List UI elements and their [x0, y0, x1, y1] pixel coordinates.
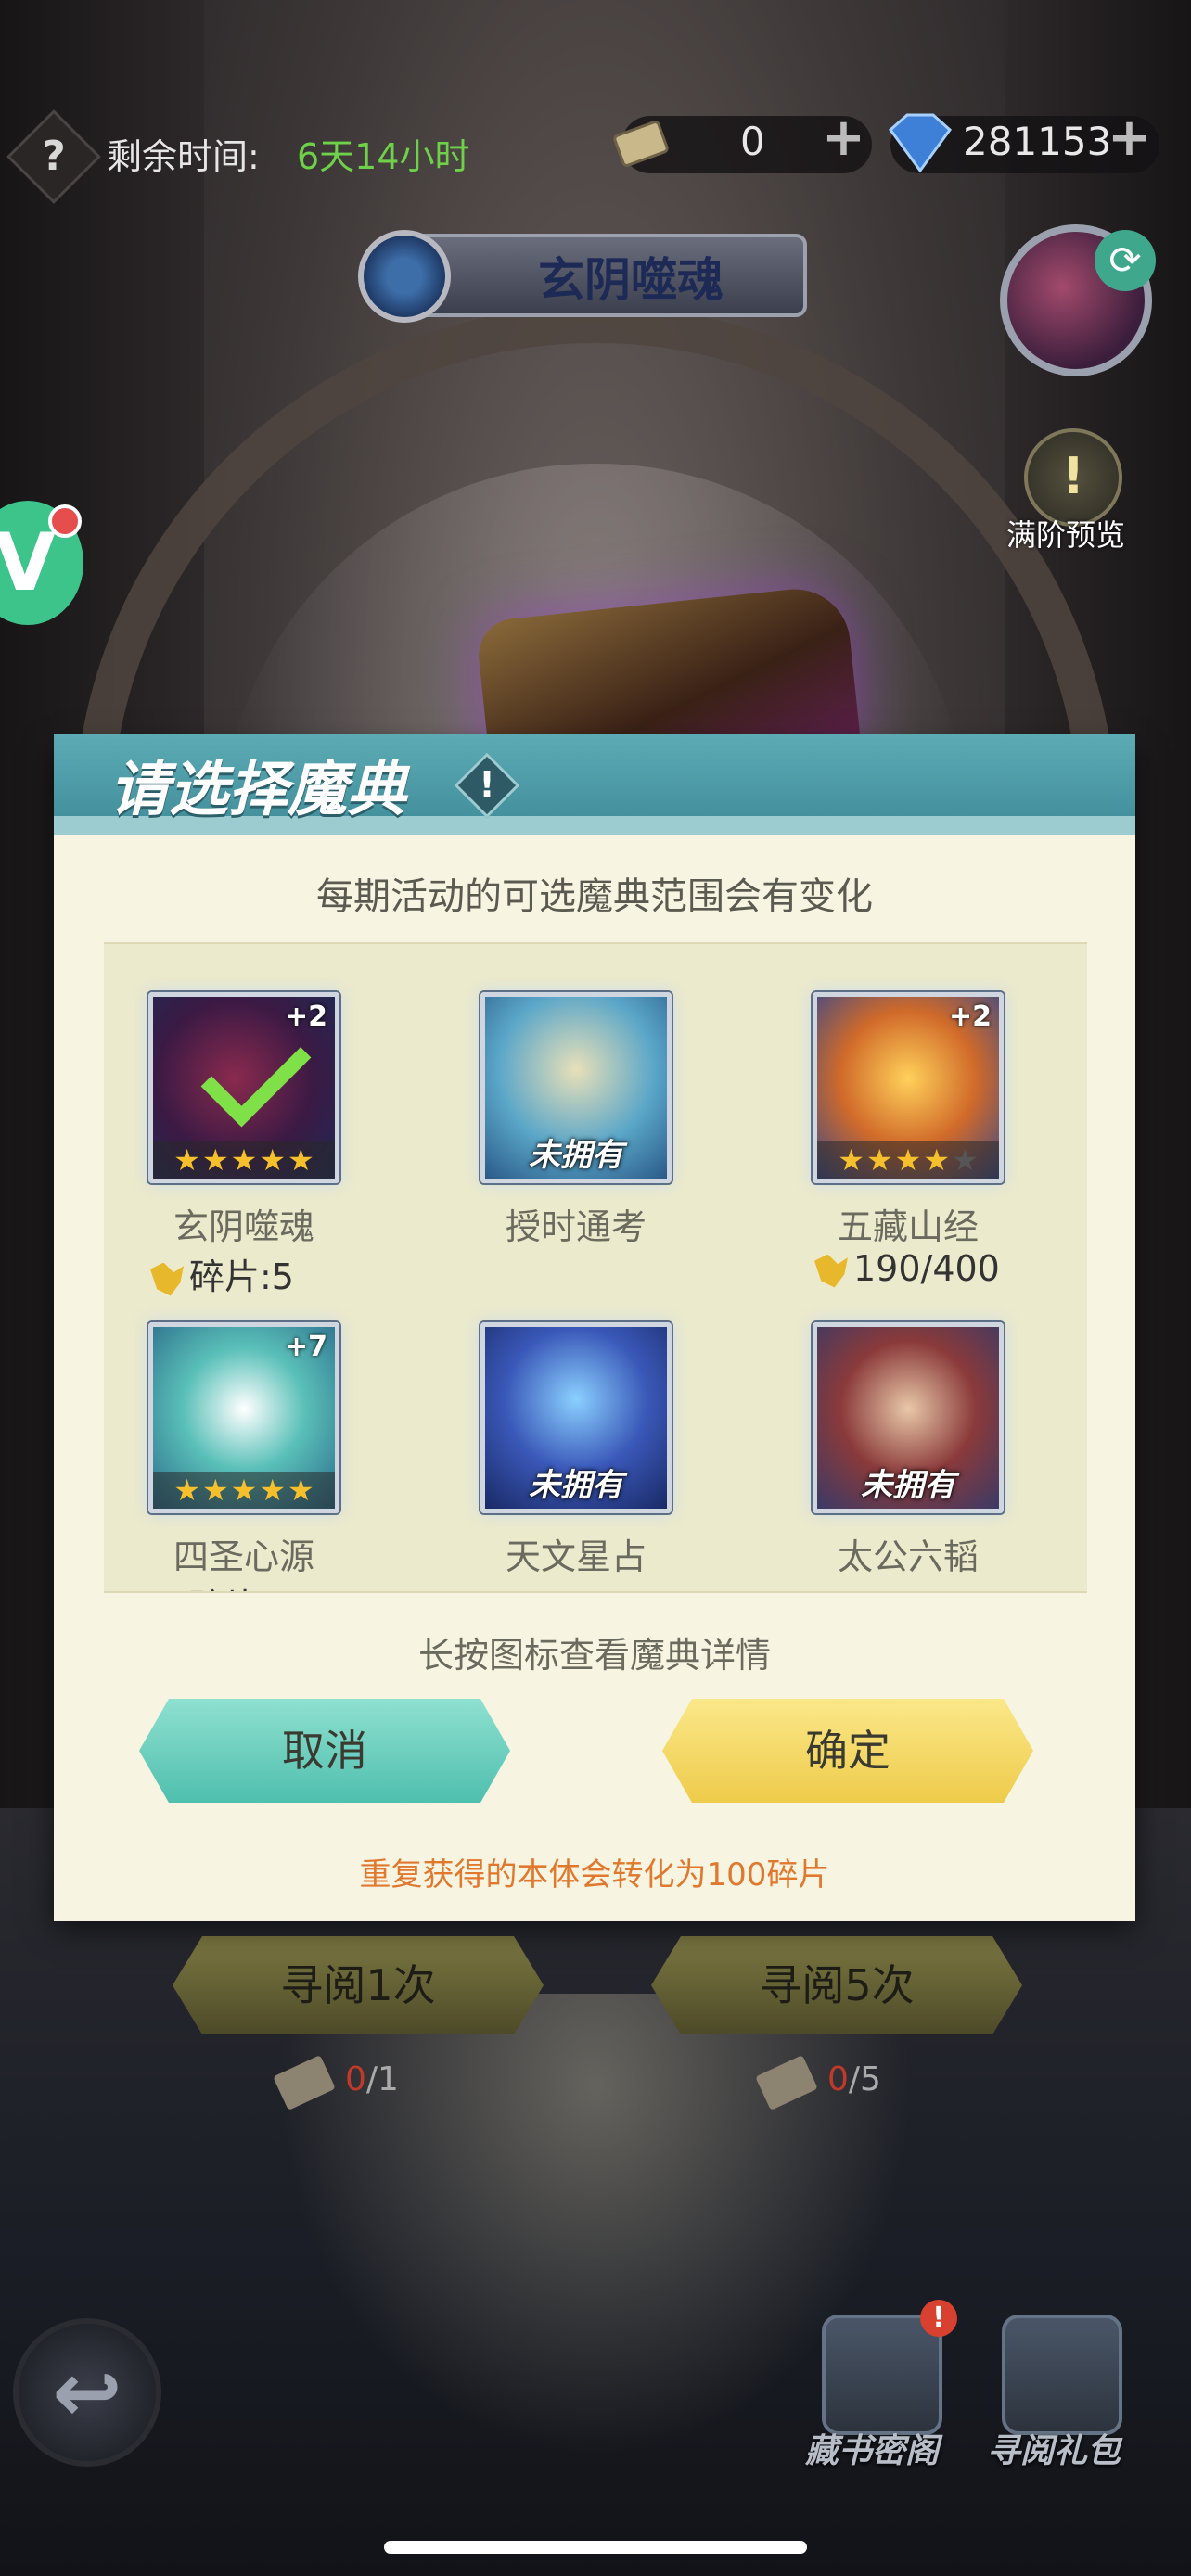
book-grid: +2 ★ ★ ★ ★ ★ 玄阴噬魂 碎片:5 未拥有 授时通考 +2 ★ ★ ★ ★ ★ 五藏山经 190/400… [104, 942, 1087, 1593]
diamond-icon [888, 113, 953, 173]
fragment-count: 碎片:5 [150, 1248, 294, 1299]
not-owned-label: 未拥有 [529, 1467, 623, 1504]
book-name: 授时通考 [505, 1206, 647, 1247]
max-preview-label: 满阶预览 [1006, 517, 1126, 553]
gift-box-icon[interactable] [1002, 2315, 1122, 2435]
library-label: 藏书密阁 [805, 2432, 940, 2470]
gift-pack-label: 寻阅礼包 [987, 2432, 1121, 2470]
ticket-count: 0 [740, 119, 765, 164]
star-icon: ★ [173, 1142, 200, 1178]
notification-dot [48, 504, 82, 538]
star-rating: ★ ★ ★ ★ ★ [153, 1141, 335, 1179]
star-icon: ★ [952, 1142, 979, 1178]
question-icon: ? [42, 133, 66, 180]
duplicate-notice: 重复获得的本体会转化为100碎片 [359, 1856, 830, 1894]
upgrade-level: +2 [948, 1001, 992, 1033]
star-icon: ★ [288, 1473, 314, 1508]
diamond-count: 281153 [963, 119, 1112, 164]
book-name: 五藏山经 [837, 1206, 979, 1247]
book-name: 玄阴噬魂 [173, 1206, 314, 1247]
fragment-count: 190/400 [814, 1248, 1000, 1289]
long-press-hint: 长按图标查看魔典详情 [417, 1635, 771, 1676]
not-owned-label: 未拥有 [861, 1467, 955, 1504]
upgrade-level: +7 [284, 1331, 327, 1363]
add-diamonds-button[interactable]: + [1108, 108, 1151, 168]
home-indicator[interactable] [384, 2541, 807, 2554]
star-icon: ★ [230, 1473, 258, 1508]
cancel-button[interactable]: 取消 [139, 1699, 510, 1803]
star-icon: ★ [173, 1473, 200, 1508]
star-rating: ★ ★ ★ ★ ★ [153, 1472, 335, 1509]
draw-once-cost: 0/1 [345, 2060, 399, 2098]
book-card[interactable]: 未拥有 [813, 1322, 1004, 1513]
star-icon: ★ [923, 1142, 951, 1178]
ticket-icon [613, 121, 669, 167]
star-icon: ★ [201, 1473, 229, 1508]
star-icon: ★ [288, 1142, 314, 1178]
star-icon: ★ [259, 1142, 287, 1178]
fragment-count: 碎片:6 [150, 1578, 294, 1594]
exclamation-icon: ! [479, 764, 495, 805]
book-card[interactable]: +2 ★ ★ ★ ★ ★ [813, 992, 1004, 1183]
book-name: 四圣心源 [173, 1537, 314, 1577]
timer-label: 剩余时间: [107, 136, 260, 177]
fragment-icon [150, 1262, 184, 1296]
star-rating: ★ ★ ★ ★ ★ [817, 1141, 999, 1179]
refresh-icon[interactable]: ⟳ [1095, 230, 1156, 291]
star-icon: ★ [230, 1142, 258, 1178]
draw-five-cost: 0/5 [827, 2060, 881, 2098]
star-icon: ★ [201, 1142, 229, 1178]
hexagram-emblem-icon [358, 230, 451, 323]
book-name: 天文星占 [505, 1537, 647, 1577]
upgrade-level: +2 [284, 1001, 327, 1033]
star-icon: ★ [865, 1142, 893, 1178]
book-card[interactable]: 未拥有 [480, 992, 672, 1183]
add-tickets-button[interactable]: + [822, 108, 865, 168]
fragment-icon [150, 1593, 184, 1594]
alert-badge: ! [920, 2300, 957, 2337]
book-card[interactable]: +2 ★ ★ ★ ★ ★ [148, 992, 339, 1183]
book-title: 玄阴噬魂 [538, 253, 724, 307]
draw-five-button[interactable]: 寻阅5次 [651, 1936, 1022, 2034]
timer-value: 6天14小时 [297, 136, 470, 177]
draw-once-button[interactable]: 寻阅1次 [173, 1936, 544, 2034]
back-arrow-button[interactable]: ↩ [13, 2318, 161, 2467]
dialog-title: 请选择魔典 [109, 756, 406, 824]
fragment-icon [814, 1254, 848, 1288]
not-owned-label: 未拥有 [529, 1137, 623, 1174]
confirm-button[interactable]: 确定 [662, 1699, 1033, 1803]
star-icon: ★ [838, 1142, 864, 1178]
book-card[interactable]: 未拥有 [480, 1322, 672, 1513]
book-card[interactable]: +7 ★ ★ ★ ★ ★ [148, 1322, 339, 1513]
star-icon: ★ [259, 1473, 287, 1508]
book-name: 太公六韬 [837, 1537, 979, 1577]
library-chest-icon[interactable] [822, 2315, 942, 2435]
dialog-subtitle: 每期活动的可选魔典范围会有变化 [316, 875, 873, 918]
star-icon: ★ [894, 1142, 922, 1178]
